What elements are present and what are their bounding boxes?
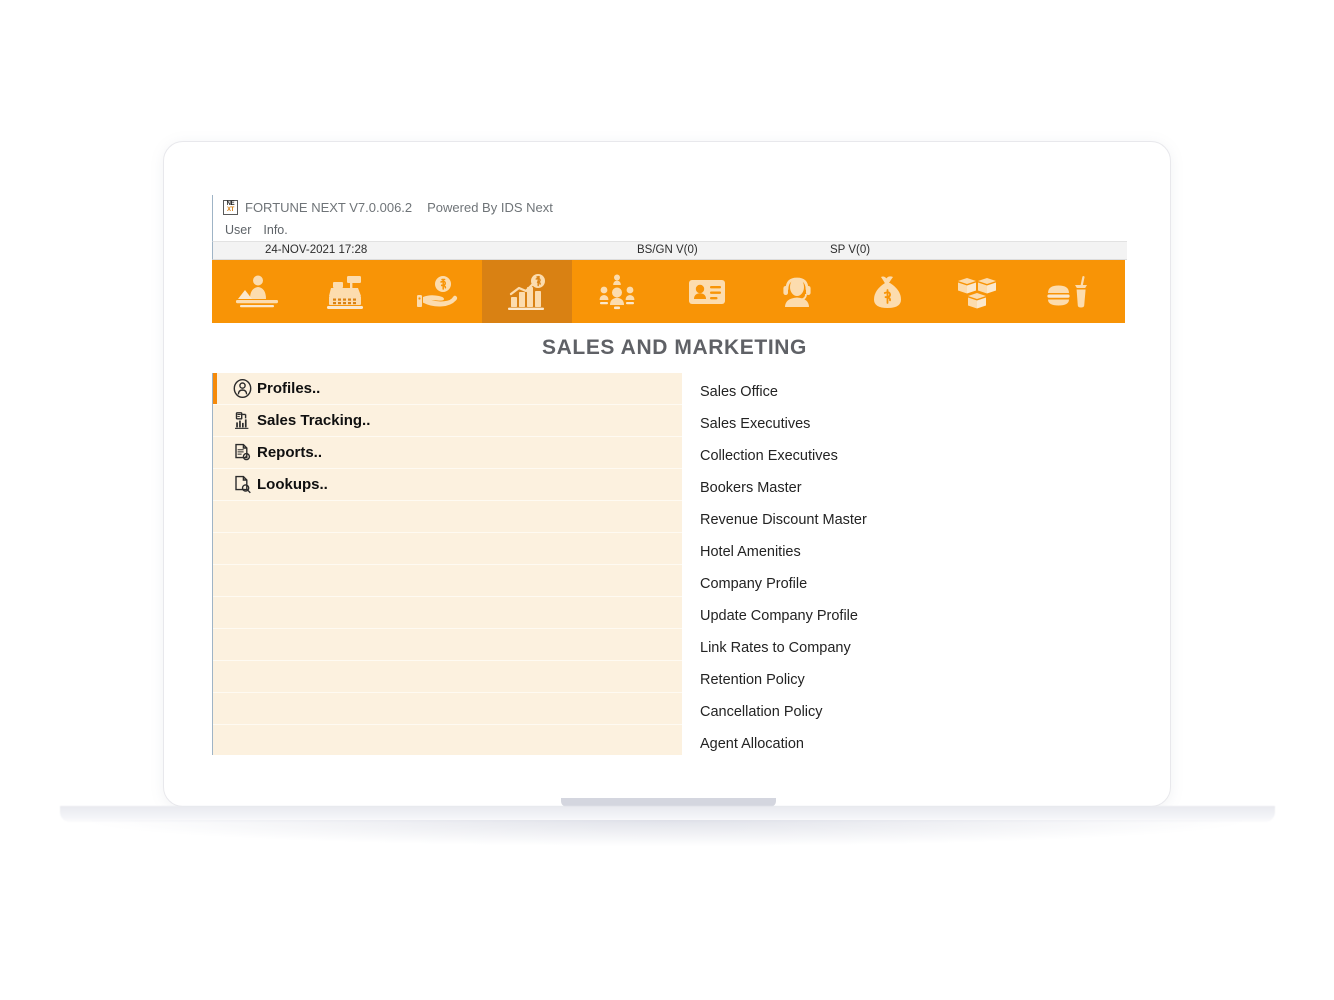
- page-title: SALES AND MARKETING: [542, 336, 807, 360]
- person-circle-icon: [227, 379, 257, 398]
- module-tab-cashiering[interactable]: [392, 260, 482, 323]
- module-tab-guest-profile[interactable]: [662, 260, 752, 323]
- powered-by-text: Powered By IDS Next: [427, 200, 553, 215]
- cash-register-icon: [325, 273, 369, 311]
- app-logo-bottom-text: XT: [227, 207, 234, 213]
- module-tab-sales-and-marketing[interactable]: [482, 260, 572, 323]
- submenu-item-update-company-profile[interactable]: Update Company Profile: [700, 600, 1100, 632]
- module-tab-accounts[interactable]: [842, 260, 932, 323]
- module-tab-banquet[interactable]: [572, 260, 662, 323]
- menu-row-empty: [213, 693, 682, 725]
- menu-bar-item-info[interactable]: Info.: [260, 222, 296, 238]
- module-tab-food-and-beverage[interactable]: [1022, 260, 1112, 323]
- menu-row-empty: [213, 661, 682, 693]
- status-datetime: 24-NOV-2021 17:28: [265, 244, 367, 256]
- menu-bar: User Info.: [212, 219, 1127, 241]
- module-toolbar: [212, 260, 1125, 323]
- menu-row-empty: [213, 501, 682, 533]
- submenu-item-link-rates-to-company[interactable]: Link Rates to Company: [700, 632, 1100, 664]
- submenu-item-sales-executives[interactable]: Sales Executives: [700, 408, 1100, 440]
- menu-row-sales-tracking[interactable]: Sales Tracking..: [213, 405, 682, 437]
- menu-row-empty: [213, 629, 682, 661]
- submenu-item-collection-executives[interactable]: Collection Executives: [700, 440, 1100, 472]
- menu-row-empty: [213, 533, 682, 565]
- hand-holding-money-icon: [415, 273, 459, 311]
- module-tab-front-office[interactable]: [212, 260, 302, 323]
- status-bs-gn: BS/GN V(0): [637, 244, 698, 256]
- menu-row-reports[interactable]: Reports..: [213, 437, 682, 469]
- submenu-list: Sales Office Sales Executives Collection…: [700, 376, 1100, 760]
- application-window: NE XT FORTUNE NEXT V7.0.006.2 Powered By…: [212, 195, 1127, 765]
- laptop-base-shadow: [92, 820, 1242, 846]
- submenu-item-cancellation-policy[interactable]: Cancellation Policy: [700, 696, 1100, 728]
- title-bar: NE XT FORTUNE NEXT V7.0.006.2 Powered By…: [212, 195, 1127, 219]
- submenu-item-bookers-master[interactable]: Bookers Master: [700, 472, 1100, 504]
- money-bag-icon: [865, 273, 909, 311]
- content-area: Profiles.. Sales Tracking..: [212, 373, 1127, 765]
- menu-row-label: Lookups..: [257, 476, 328, 493]
- menu-row-label: Sales Tracking..: [257, 412, 370, 429]
- menu-bar-item-user[interactable]: User: [222, 222, 260, 238]
- submenu-item-sales-office[interactable]: Sales Office: [700, 376, 1100, 408]
- submenu-item-agent-allocation[interactable]: Agent Allocation: [700, 728, 1100, 760]
- menu-row-lookups[interactable]: Lookups..: [213, 469, 682, 501]
- menu-panel: Profiles.. Sales Tracking..: [212, 373, 682, 755]
- bar-chart-growth-dollar-icon: [505, 273, 549, 311]
- menu-row-label: Profiles..: [257, 380, 320, 397]
- submenu-item-hotel-amenities[interactable]: Hotel Amenities: [700, 536, 1100, 568]
- module-tab-materials[interactable]: [932, 260, 1022, 323]
- submenu-item-revenue-discount-master[interactable]: Revenue Discount Master: [700, 504, 1100, 536]
- app-title: FORTUNE NEXT V7.0.006.2: [245, 200, 412, 215]
- boxes-inventory-icon: [955, 273, 999, 311]
- status-strip: 24-NOV-2021 17:28 BS/GN V(0) SP V(0): [212, 241, 1127, 260]
- menu-row-empty: [213, 597, 682, 629]
- module-tab-support[interactable]: [752, 260, 842, 323]
- reception-desk-icon: [235, 273, 279, 311]
- burger-drink-icon: [1045, 273, 1089, 311]
- document-search-icon: [227, 475, 257, 494]
- menu-row-profiles[interactable]: Profiles..: [213, 373, 682, 405]
- chart-person-icon: [227, 411, 257, 430]
- id-card-icon: [685, 273, 729, 311]
- menu-row-empty: [213, 725, 682, 755]
- app-logo-icon: NE XT: [223, 200, 238, 215]
- submenu-item-company-profile[interactable]: Company Profile: [700, 568, 1100, 600]
- headset-agent-icon: [775, 273, 819, 311]
- document-gear-icon: [227, 443, 257, 462]
- submenu-item-retention-policy[interactable]: Retention Policy: [700, 664, 1100, 696]
- page-title-zone: SALES AND MARKETING: [212, 323, 1127, 373]
- menu-row-label: Reports..: [257, 444, 322, 461]
- people-group-icon: [595, 273, 639, 311]
- menu-row-empty: [213, 565, 682, 597]
- status-sp: SP V(0): [830, 244, 870, 256]
- module-tab-point-of-sale[interactable]: [302, 260, 392, 323]
